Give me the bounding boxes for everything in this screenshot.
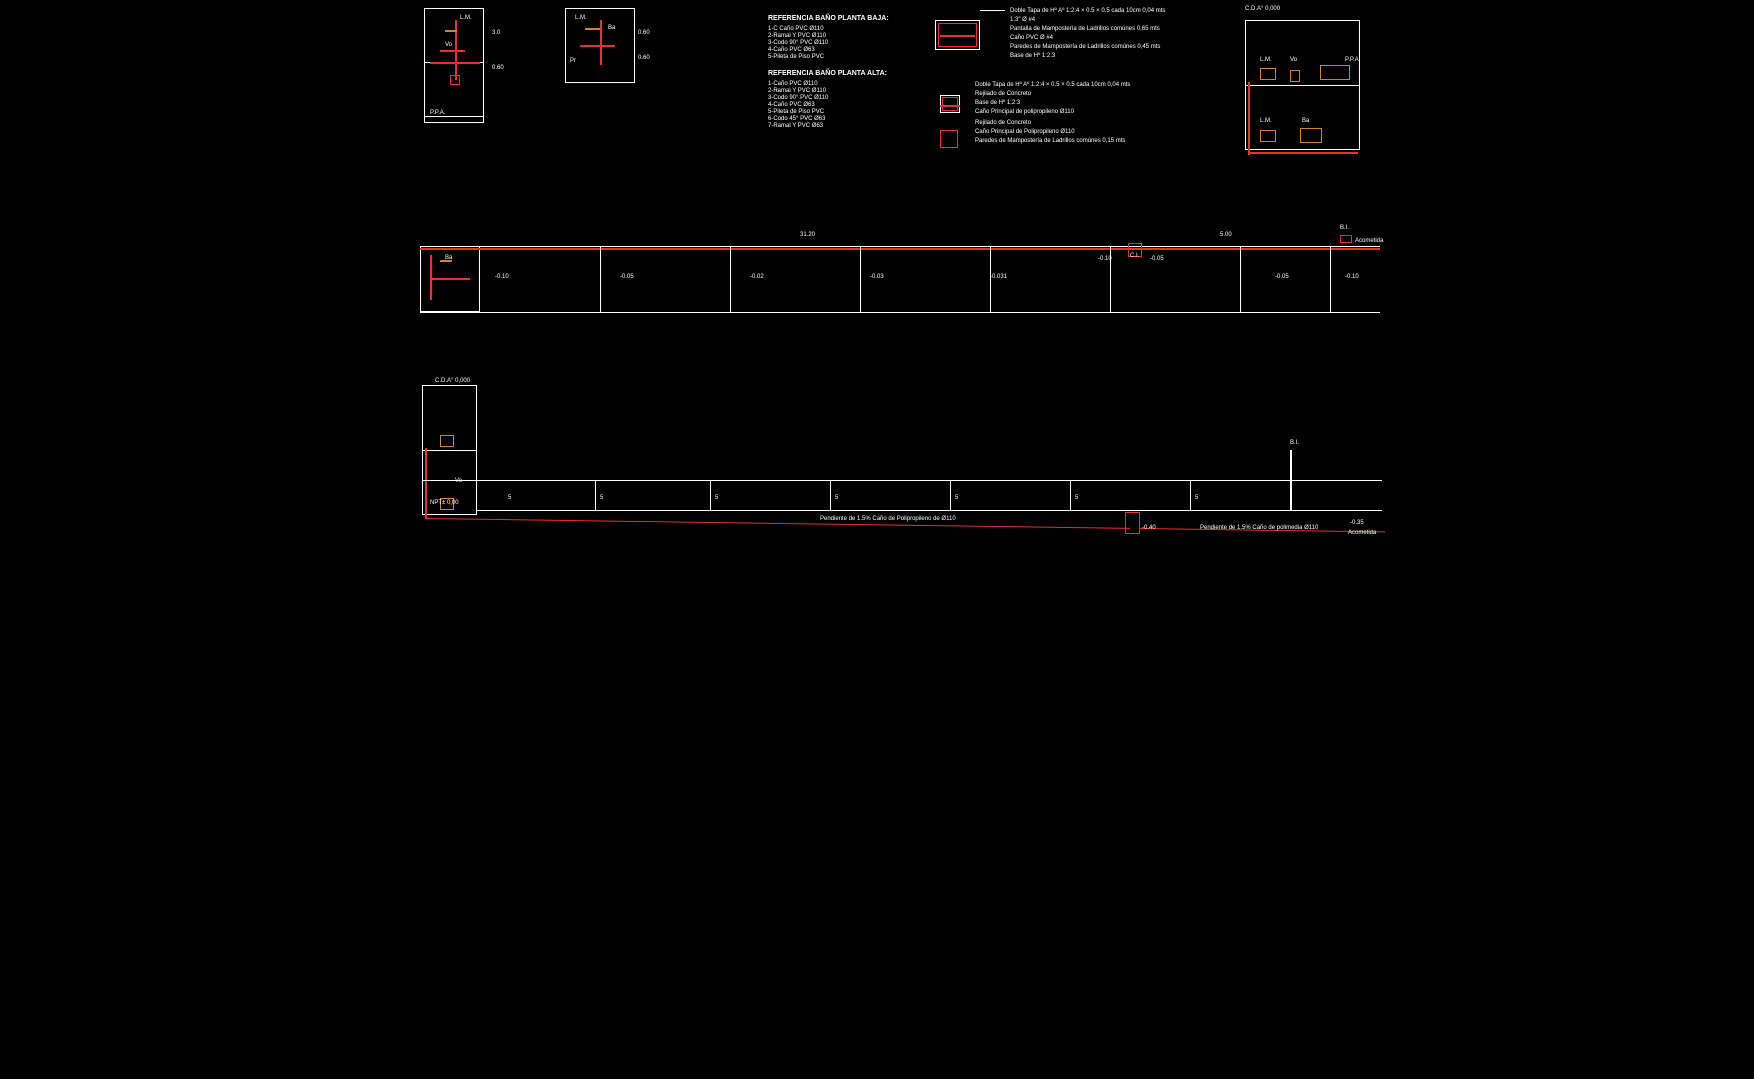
total-dim: 31.20 bbox=[800, 232, 815, 238]
level: -0.05 bbox=[1275, 274, 1289, 280]
detail-label: Caño Principal de Polipropileno Ø110 bbox=[975, 129, 1075, 135]
fixture-ppa: P.P.A. bbox=[430, 110, 445, 116]
pendiente: Pendiente de 1.5% Caño de Polipropileno … bbox=[820, 516, 956, 522]
ref-line: 7-Ramal Y PVC Ø63 bbox=[768, 123, 823, 129]
level: -0.03 bbox=[870, 274, 884, 280]
detail-label: 1:3" Ø #4 bbox=[1010, 17, 1035, 23]
fixture-vo: Vo bbox=[1290, 57, 1297, 63]
level-npt: NPT± 0,00 bbox=[430, 500, 459, 506]
detail-label: Paredes de Mampostería de Ladrillos comú… bbox=[1010, 44, 1160, 50]
dim-label: 3.0 bbox=[492, 30, 500, 36]
level: -0.10 bbox=[1345, 274, 1359, 280]
ref-line: 3-Codo 90° PVC Ø110 bbox=[768, 95, 828, 101]
detail-label: Base de Hº 1:2:3 bbox=[1010, 53, 1055, 59]
dim-label: 0.60 bbox=[638, 55, 650, 61]
detail-label: Doble Tapa de Hº Aº 1:2:4 × 0.5 × 0.5 ca… bbox=[1010, 8, 1165, 14]
ref-title-alta: REFERENCIA BAÑO PLANTA ALTA: bbox=[768, 70, 887, 77]
detail-label: Base de Hº 1:2:3 bbox=[975, 100, 1020, 106]
mark: 5 bbox=[835, 495, 838, 501]
ref-line: 2-Ramal Y PVC Ø110 bbox=[768, 88, 826, 94]
detail-label: Rejilado de Concreto bbox=[975, 120, 1031, 126]
detail-label: Pantalla de Mampostería de Ladrillos com… bbox=[1010, 26, 1160, 32]
level: -0.10 bbox=[1098, 256, 1112, 262]
pendiente: Pendiente de 1.5% Caño de polimedia Ø110 bbox=[1200, 525, 1318, 531]
fixture-bi: B.I. bbox=[1340, 225, 1349, 231]
ref-line: 1-Caño PVC Ø110 bbox=[768, 81, 818, 87]
dim-label: 0.60 bbox=[638, 30, 650, 36]
level: -0.02 bbox=[750, 274, 764, 280]
level: -0.40 bbox=[1142, 525, 1156, 531]
fixture-pr: Pr bbox=[570, 58, 576, 64]
ref-line: 4-Caño PVC Ø63 bbox=[768, 102, 815, 108]
level: -0.35 bbox=[1350, 520, 1364, 526]
mark: 5 bbox=[715, 495, 718, 501]
level: -0.05 bbox=[620, 274, 634, 280]
ref-line: 5-Pileta de Piso PVC bbox=[768, 109, 824, 115]
ci-label: C.I. bbox=[1130, 253, 1139, 259]
level: -0.031 bbox=[990, 274, 1007, 280]
dim-label: 0.60 bbox=[492, 65, 504, 71]
detail-label: Caño PVC Ø #4 bbox=[1010, 35, 1053, 41]
ref-line: 1-C Caño PVC Ø110 bbox=[768, 26, 824, 32]
ref-line: 2-Ramal Y PVC Ø110 bbox=[768, 33, 826, 39]
fixture-lm: L.M. bbox=[1260, 57, 1272, 63]
fixture-lm: L.M. bbox=[460, 15, 472, 21]
level: -0.10 bbox=[495, 274, 509, 280]
level: -0.05 bbox=[1150, 256, 1164, 262]
acometida: Acometida bbox=[1348, 530, 1376, 536]
ref-title-baja: REFERENCIA BAÑO PLANTA BAJA: bbox=[768, 15, 889, 22]
mark: 5 bbox=[955, 495, 958, 501]
detail-label: Rejilado de Concreto bbox=[975, 91, 1031, 97]
mark: 5 bbox=[1195, 495, 1198, 501]
seg-dim: 5.00 bbox=[1220, 232, 1232, 238]
fixture-ba: Ba bbox=[608, 25, 615, 31]
mark: 5 bbox=[1075, 495, 1078, 501]
level-cda: C.D.A° 0,000 bbox=[435, 378, 470, 384]
fixture-vo: Vo bbox=[445, 42, 452, 48]
fixture-lm: L.M. bbox=[575, 15, 587, 21]
detail-label: Caño Principal de polipropileno Ø110 bbox=[975, 109, 1074, 115]
acometida: Acometida bbox=[1355, 238, 1383, 244]
fixture-vo: Vo bbox=[455, 478, 462, 484]
level-cda: C.D.A° 0,000 bbox=[1245, 6, 1280, 12]
ref-line: 6-Codo 45° PVC Ø63 bbox=[768, 116, 825, 122]
ref-line: 4-Caño PVC Ø63 bbox=[768, 47, 815, 53]
fixture-lm: L.M. bbox=[1260, 118, 1272, 124]
detail-label: Paredes de Mampostería de Ladrillos comú… bbox=[975, 138, 1125, 144]
ref-line: 5-Pileta de Piso PVC bbox=[768, 54, 824, 60]
mark: 5 bbox=[600, 495, 603, 501]
fixture-bi: B.I. bbox=[1290, 440, 1299, 446]
detail-label: Doble Tapa de Hº Aº 1:2:4 × 0.5 × 0.5 ca… bbox=[975, 82, 1130, 88]
fixture-ba: Ba bbox=[1302, 118, 1309, 124]
mark: 5 bbox=[508, 495, 511, 501]
fixture-ppa: P.P.A. bbox=[1345, 57, 1360, 63]
ref-line: 3-Codo 90° PVC Ø110 bbox=[768, 40, 828, 46]
fixture-ba: Ba bbox=[445, 255, 452, 261]
